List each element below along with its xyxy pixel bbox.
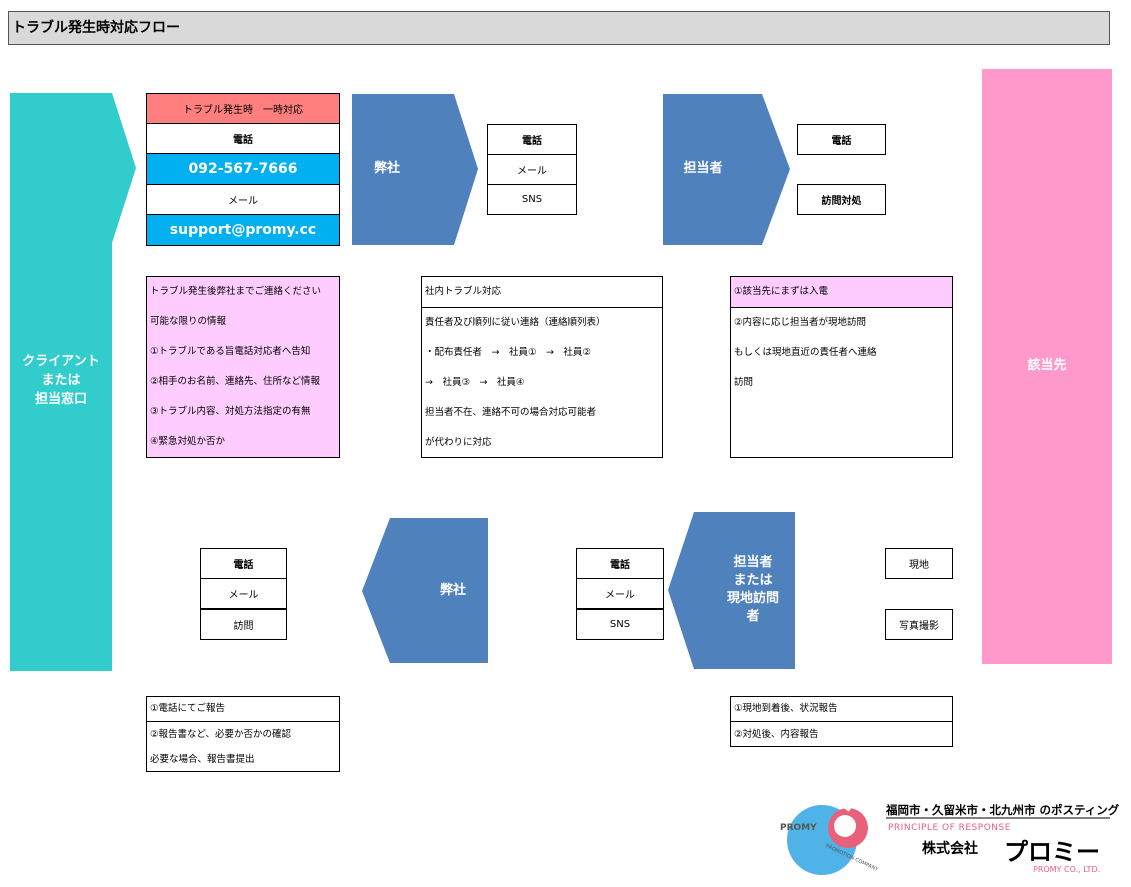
channel-phone: 電話 <box>797 124 886 155</box>
logo-company-name: プロミー <box>1004 838 1100 866</box>
channel-mail: メール <box>487 154 577 185</box>
contact-phone-label: 電話 <box>146 123 340 154</box>
channel-phone: 電話 <box>200 548 287 579</box>
contact-header: トラブル発生時 一時対応 <box>146 93 340 124</box>
note-line: 訪問 <box>734 377 754 388</box>
logo-company-en: PROMY CO., LTD. <box>1033 865 1101 874</box>
staff-bottom-label: 担当者 または 現地訪問 者 <box>726 555 779 624</box>
note-site-visit: ①該当先にまずは入電 ②内容に応じ担当者が現地訪問 もしくは現地直近の責任者へ連… <box>730 276 953 458</box>
channel-visit: 訪問 <box>200 609 287 640</box>
note-line: ①電話にてご報告 <box>147 697 339 722</box>
note-line: 社内トラブル対応 <box>422 277 662 308</box>
target-bar-label: 該当先 <box>1027 357 1067 373</box>
note-line: トラブル発生後弊社までご連絡ください <box>150 286 322 297</box>
note-report-company: ①電話にてご報告 ②報告書など、必要か否かの確認 必要な場合、報告書提出 <box>146 696 340 772</box>
note-line: もしくは現地直近の責任者へ連絡 <box>734 347 877 358</box>
note-report-staff: ①現地到着後、状況報告 ②対処後、内容報告 <box>730 696 953 747</box>
note-line: ②報告書など、必要か否かの確認 <box>150 729 292 740</box>
contact-mail-label: メール <box>146 184 340 215</box>
note-line: ②対処後、内容報告 <box>734 729 819 740</box>
note-line: ②内容に応じ担当者が現地訪問 <box>734 317 867 328</box>
site-photo: 写真撮影 <box>885 609 953 640</box>
note-line: 担当者不在、連絡不可の場合対応可能者 <box>425 407 597 418</box>
note-line: ①現地到着後、状況報告 <box>731 697 952 722</box>
note-line: ①トラブルである旨電話対応者へ告知 <box>150 346 311 357</box>
logo-area-text: 福岡市・久留米市・北九州市 のポスティング <box>886 803 1120 817</box>
client-bar-label: クライアント または 担当窓口 <box>22 353 100 407</box>
staff-top-label: 担当者 <box>683 161 723 176</box>
note-line: ・配布責任者 → 社員① → 社員② <box>425 347 591 358</box>
channel-visit-handling: 訪問対処 <box>797 184 886 215</box>
company-top-label: 弊社 <box>373 161 400 176</box>
logo-tagline: PRINCIPLE OF RESPONSE <box>888 823 1011 833</box>
site-location: 現地 <box>885 548 953 579</box>
note-line: が代わりに対応 <box>425 437 492 448</box>
company-bottom-label: 弊社 <box>439 583 466 598</box>
note-line: ②相手のお名前、連絡先、住所など情報 <box>150 376 321 387</box>
note-line: ①該当先にまずは入電 <box>731 277 952 308</box>
note-line: 責任者及び順列に従い連絡（連絡順列表） <box>425 317 606 328</box>
logo-company-prefix: 株式会社 <box>922 841 978 857</box>
contact-phone-number[interactable]: 092-567-7666 <box>146 153 340 185</box>
channel-mail: メール <box>200 578 287 609</box>
note-line: ③トラブル内容、対処方法指定の有無 <box>150 406 311 417</box>
note-line: ④緊急対処か否か <box>150 436 226 447</box>
contact-email[interactable]: support@promy.cc <box>146 214 340 246</box>
note-internal-handling: 社内トラブル対応 責任者及び順列に従い連絡（連絡順列表） ・配布責任者 → 社員… <box>421 276 663 458</box>
note-client-instructions: トラブル発生後弊社までご連絡ください 可能な限りの情報 ①トラブルである旨電話対… <box>146 276 340 458</box>
channel-phone: 電話 <box>487 124 577 155</box>
logo-emblem-text: PROMY <box>780 823 817 833</box>
channel-sns: SNS <box>576 609 664 640</box>
channel-sns: SNS <box>487 184 577 215</box>
note-line: → 社員③ → 社員④ <box>425 377 525 388</box>
note-line: 必要な場合、報告書提出 <box>150 754 255 765</box>
channel-phone: 電話 <box>576 548 664 579</box>
note-line: 可能な限りの情報 <box>150 316 227 327</box>
channel-mail: メール <box>576 578 664 609</box>
